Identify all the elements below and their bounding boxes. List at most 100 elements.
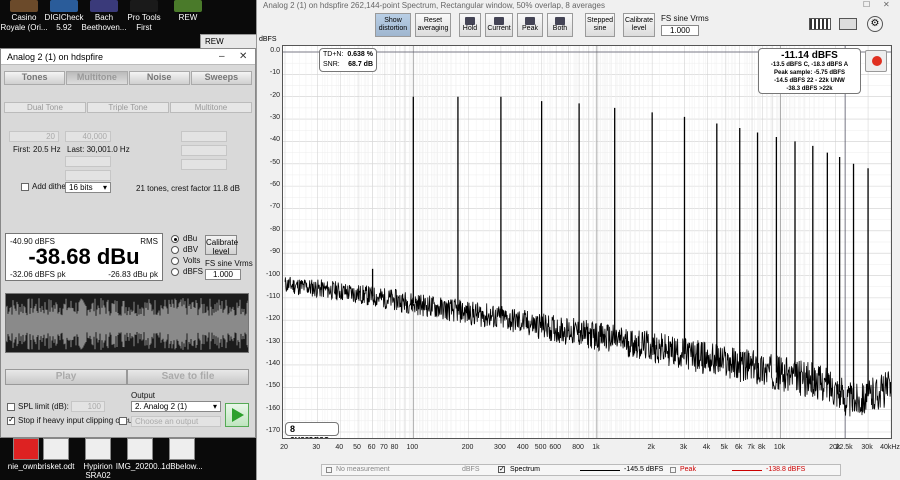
view-icon-1[interactable] [809, 18, 831, 30]
first-freq-label: First: 20.5 Hz [13, 145, 61, 154]
toolbar-peak-button[interactable]: Peak [517, 13, 543, 37]
tab-tones[interactable]: Tones [4, 71, 66, 85]
ghost-input-3[interactable] [181, 131, 227, 142]
desktop-icon-image [174, 0, 202, 12]
desktop-icon-image [10, 0, 38, 12]
record-button[interactable] [865, 50, 887, 72]
file-icon [169, 438, 195, 460]
spectrum-label: Spectrum [510, 466, 540, 473]
no-measurement-label: No measurement [336, 466, 390, 473]
record-icon [872, 56, 882, 66]
play-green-button[interactable] [225, 403, 249, 427]
ghost-select-1[interactable] [65, 156, 111, 167]
last-freq-input[interactable]: 40,000 [65, 131, 111, 142]
level-meter: -40.90 dBFS RMS -38.68 dBu -32.06 dBFS p… [5, 233, 163, 281]
thd-label: TD+N: [323, 51, 344, 58]
waveform-scope [5, 293, 249, 353]
y-tick-label: -30 [269, 114, 280, 122]
spectrum-plot[interactable]: TD+N: 0.638 % SNR: 68.7 dB -11.14 dBFS -… [282, 45, 892, 439]
x-tick-label: 4k [702, 444, 711, 451]
fs-sine-input[interactable]: 1.000 [205, 269, 241, 280]
subtab-2[interactable]: Multitone [170, 102, 252, 113]
unit-radio-dbv[interactable] [171, 246, 179, 254]
y-tick-label: -50 [269, 158, 280, 166]
ghost-select-5[interactable] [181, 159, 227, 170]
unit-label: dBu [183, 234, 198, 243]
play-icon [232, 408, 244, 422]
x-tick-label: 40 [335, 444, 344, 451]
toolbar-stepped-sine-button[interactable]: Stepped sine [585, 13, 615, 37]
play-button[interactable]: Play [5, 369, 127, 385]
subtab-1[interactable]: Triple Tone [87, 102, 169, 113]
desktop-icon[interactable]: Pro Tools First [120, 0, 168, 33]
toolbar-hold-button[interactable]: Hold [459, 13, 481, 37]
toolbar-label: Peak [522, 25, 538, 32]
spectrum-checkbox[interactable]: ✓ [498, 466, 505, 473]
settings-icon[interactable]: ⚙ [867, 16, 883, 32]
generator-window: Analog 2 (1) on hdspfire – ✕ Tones Multit… [0, 48, 256, 438]
unit-radio-volts[interactable] [171, 257, 179, 265]
desktop-icon-image [130, 0, 158, 12]
snr-label: SNR: [323, 61, 340, 68]
choose-output-select[interactable]: Choose an output [131, 416, 221, 427]
toolbar-calibrate-level-button[interactable]: Calibrate level [623, 13, 655, 37]
close-icon[interactable]: ✕ [239, 51, 247, 62]
desktop-file-icon[interactable]: 1dBbelow... [156, 438, 208, 471]
close-icon[interactable]: ✕ [883, 0, 890, 9]
meter-bottom-right: -26.83 dBu pk [108, 270, 158, 279]
x-tick-label: 40kHz [880, 444, 900, 451]
spl-limit-input[interactable]: 100 [71, 401, 105, 412]
minimize-icon[interactable]: – [219, 51, 225, 62]
spectrum-svg [283, 46, 891, 438]
tab-sweeps[interactable]: Sweeps [190, 71, 252, 85]
toolbar-label: Hold [462, 25, 478, 32]
level-main: -11.14 dBFS [781, 50, 838, 61]
toolbar-label: Current [487, 25, 511, 32]
tones-info: 21 tones, crest factor 11.8 dB [136, 184, 240, 193]
first-freq-input[interactable]: 20 [9, 131, 59, 142]
maximize-icon[interactable]: ☐ [863, 0, 870, 9]
calibrate-level-button[interactable]: Calibrate level [205, 235, 238, 256]
toolbar-both-button[interactable]: Both [547, 13, 573, 37]
x-tick-label: 800 [572, 444, 584, 451]
desktop-icon-image [90, 0, 118, 12]
y-tick-label: -120 [265, 315, 280, 323]
save-icon [525, 17, 535, 25]
unit-radio-dbfs[interactable] [171, 268, 179, 276]
y-tick-label: -140 [265, 359, 280, 367]
no-measurement-checkbox[interactable] [326, 467, 332, 473]
tab-noise[interactable]: Noise [128, 71, 190, 85]
file-icon [127, 438, 153, 460]
spectrum-swatch [580, 470, 620, 471]
stop-clipping-checkbox[interactable] [7, 415, 15, 425]
toolbar-current-button[interactable]: Current [485, 13, 513, 37]
x-tick-label: 60 [367, 444, 376, 451]
add-dither-checkbox[interactable] [21, 183, 29, 191]
y-tick-label: -110 [266, 292, 281, 300]
peak-checkbox[interactable] [670, 467, 676, 473]
waveform-path [6, 298, 248, 350]
fs-sine-input[interactable]: 1.000 [661, 25, 699, 36]
save-to-file-button[interactable]: Save to file [127, 369, 249, 385]
fs-sine-label: FS sine Vrms [661, 14, 709, 23]
tab-multitone[interactable]: Multitone [66, 71, 128, 85]
analyser-title: Analog 2 (1) on hdspfire 262,144-point S… [263, 1, 605, 10]
ghost-select-4[interactable] [181, 145, 227, 156]
spl-limit-checkbox[interactable] [7, 403, 15, 411]
x-tick-label: 8k [757, 444, 766, 451]
toolbar-show-distortion-button[interactable]: Show distortion [375, 13, 411, 37]
bits-select[interactable]: 16 bits ▾ [65, 182, 111, 193]
unit-radio-dbu[interactable] [171, 235, 179, 243]
peak-label: Peak [680, 466, 696, 473]
x-tick-label: 7k [747, 444, 755, 451]
x-tick-label: 400 [516, 444, 529, 451]
subtab-0[interactable]: Dual Tone [4, 102, 86, 113]
view-icon-2[interactable] [839, 18, 857, 30]
choose-output-checkbox[interactable] [119, 417, 127, 425]
last-freq-label: Last: 30,001.0 Hz [67, 145, 130, 154]
toolbar-reset-averaging-button[interactable]: Reset averaging [415, 13, 451, 37]
desktop-icon[interactable]: REW [164, 0, 212, 23]
output-select[interactable]: 2. Analog 2 (1) ▾ [131, 401, 221, 412]
ghost-select-2[interactable] [65, 170, 111, 181]
x-tick-label: 22.5k [835, 444, 853, 451]
